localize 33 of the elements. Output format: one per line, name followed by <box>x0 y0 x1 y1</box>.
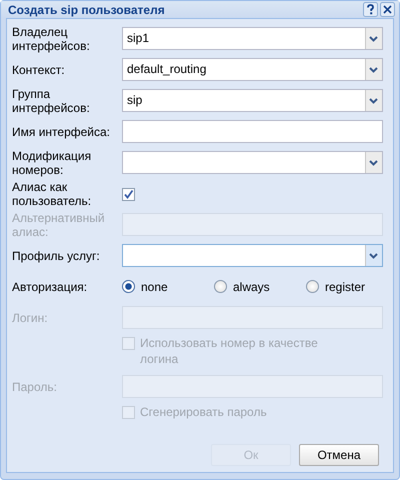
help-icon[interactable] <box>363 2 378 17</box>
field-label: Пароль: <box>12 380 58 394</box>
field-label: Альтернативный алиас: <box>12 210 106 238</box>
checkbox-label: Использовать номер в качестве логина <box>140 335 319 367</box>
dropdown-field[interactable]: sip <box>122 89 383 112</box>
field-label: Модификация номеров: <box>12 148 92 176</box>
field-label: Логин: <box>12 310 49 324</box>
radio-button[interactable] <box>306 280 319 293</box>
dropdown-value: sip1 <box>126 30 150 47</box>
dropdown-field[interactable] <box>122 244 383 267</box>
radio-button[interactable] <box>122 280 135 293</box>
dialog-button[interactable]: Отмена <box>299 444 379 466</box>
radio-button[interactable] <box>214 280 227 293</box>
dropdown-value: default_routing <box>126 61 208 78</box>
text-field[interactable] <box>122 120 383 143</box>
checkbox-label: Сгенерировать пароль <box>140 404 268 420</box>
radio-label: register <box>325 278 366 294</box>
window-title: Создать sip пользователя <box>8 2 165 16</box>
dropdown-value: sip <box>126 92 144 109</box>
field-label: Алиас как пользователь: <box>12 180 92 208</box>
field-label: Авторизация: <box>12 280 88 294</box>
field-label: Имя интерфейса: <box>12 124 112 138</box>
checkbox[interactable] <box>122 188 135 201</box>
radio-label: always <box>233 278 270 294</box>
dropdown-field[interactable] <box>122 151 383 174</box>
radio-label: none <box>141 278 168 294</box>
field-label: Владелец интерфейсов: <box>12 24 91 52</box>
dropdown-field[interactable]: sip1 <box>122 27 383 50</box>
field-label: Профиль услуг: <box>12 248 101 262</box>
field-label: Контекст: <box>12 62 66 76</box>
field-label: Группа интерфейсов: <box>12 86 91 114</box>
dropdown-field[interactable]: default_routing <box>122 58 383 81</box>
close-icon[interactable] <box>380 2 395 17</box>
